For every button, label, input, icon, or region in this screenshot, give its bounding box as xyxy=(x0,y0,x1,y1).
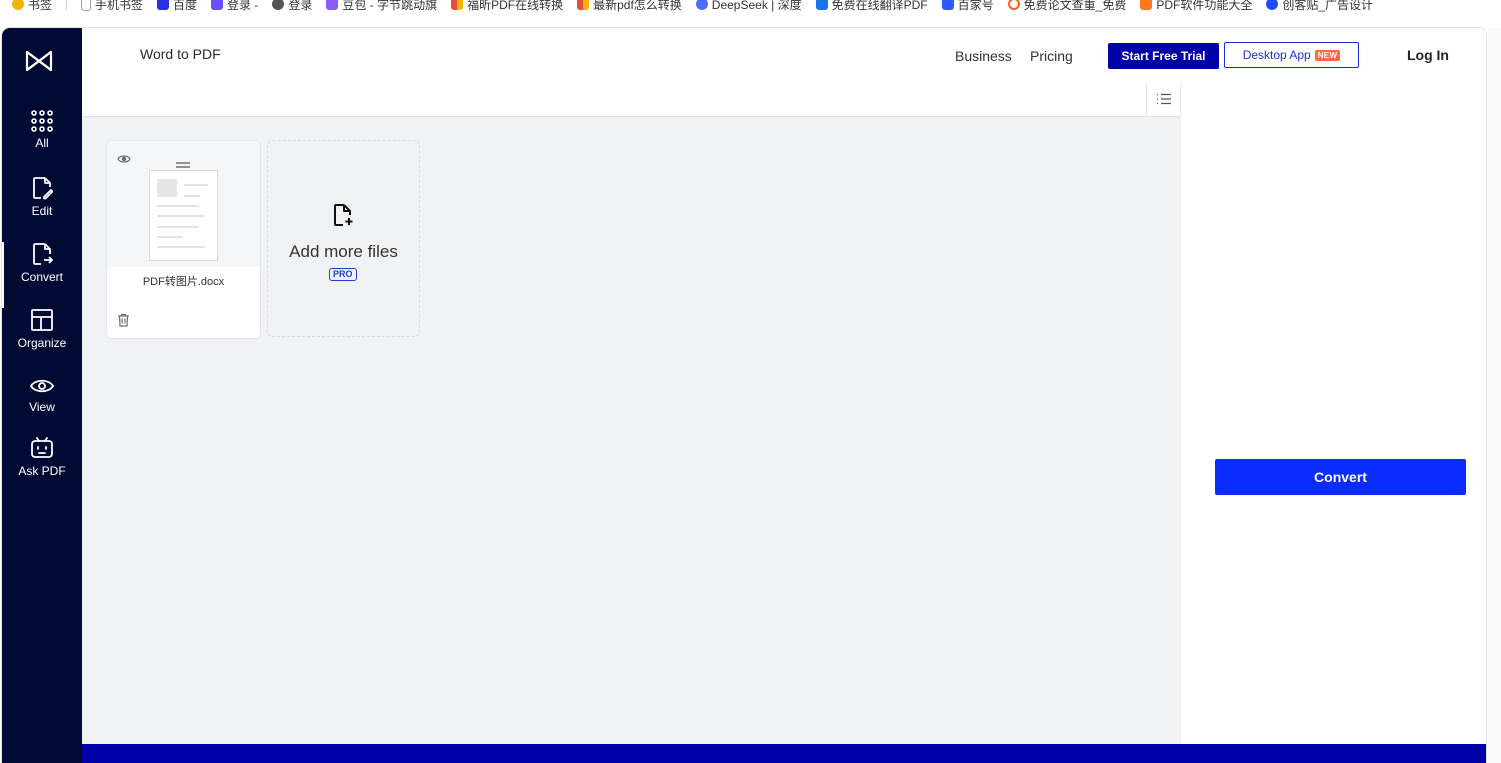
bookmarks-bar: 书签 手机书签 百度 登录 - 登录 豆包 - 字节跳动旗 福昕PDF在线转换 … xyxy=(0,0,1501,14)
baijiahao-icon xyxy=(941,0,954,10)
pro-badge: PRO xyxy=(329,268,357,281)
options-panel: Convert xyxy=(1180,82,1486,744)
app-window: All Edit Convert Organize View Ask PDF W… xyxy=(2,28,1486,763)
site-icon xyxy=(1266,0,1279,10)
tool-title: Word to PDF xyxy=(140,46,221,62)
bookmark-item[interactable]: 免费论文查重_免费 xyxy=(1007,0,1126,13)
bookmark-item[interactable]: 福昕PDF在线转换 xyxy=(451,0,563,13)
desktop-app-label: Desktop App xyxy=(1242,48,1311,62)
bookmark-item[interactable]: DeepSeek | 深度 xyxy=(695,0,802,13)
site-icon xyxy=(272,0,285,10)
bookmark-separator xyxy=(66,0,68,10)
sidebar-item-edit[interactable]: Edit xyxy=(2,176,82,236)
bookmark-item[interactable]: 登录 xyxy=(272,0,312,13)
sidebar-item-ask-pdf[interactable]: Ask PDF xyxy=(2,436,82,496)
bot-icon xyxy=(31,437,53,458)
layout-icon xyxy=(31,309,53,331)
bookmark-item[interactable]: 创客贴_广告设计 xyxy=(1266,0,1373,13)
foxit-icon xyxy=(577,0,590,10)
doubao-icon xyxy=(326,0,339,10)
site-icon xyxy=(211,0,224,10)
preview-eye-icon[interactable] xyxy=(117,151,131,169)
sidebar-item-label: Ask PDF xyxy=(18,464,66,478)
top-header: Word to PDF Business Pricing Start Free … xyxy=(82,28,1486,83)
list-view-button[interactable] xyxy=(1146,82,1180,116)
bookmark-item[interactable]: 百家号 xyxy=(941,0,994,13)
sidebar-item-all[interactable]: All xyxy=(2,110,82,170)
business-link[interactable]: Business xyxy=(955,48,1012,64)
bookmark-item[interactable]: 登录 - xyxy=(211,0,258,13)
edit-file-icon xyxy=(33,177,53,200)
convert-button[interactable]: Convert xyxy=(1215,459,1466,495)
bookmark-item[interactable]: 手机书签 xyxy=(81,0,143,13)
sidebar-item-label: View xyxy=(29,400,55,414)
convert-file-icon xyxy=(33,243,53,265)
list-icon xyxy=(1156,93,1171,105)
bookmark-item[interactable]: 免费在线翻译PDF xyxy=(815,0,928,13)
sidebar-item-organize[interactable]: Organize xyxy=(2,308,82,368)
deepseek-icon xyxy=(695,0,708,10)
page-scrollbar[interactable] xyxy=(1488,28,1501,763)
translate-icon xyxy=(815,0,828,10)
phone-icon xyxy=(81,0,92,11)
desktop-app-button[interactable]: Desktop App NEW xyxy=(1224,42,1359,68)
bottom-bar xyxy=(82,744,1486,763)
star-icon xyxy=(12,0,24,10)
file-card[interactable]: PDF转图片.docx xyxy=(106,140,261,339)
sidebar-item-view[interactable]: View xyxy=(2,376,82,436)
add-more-files-button[interactable]: Add more files PRO xyxy=(267,140,420,337)
delete-file-icon[interactable] xyxy=(117,313,130,332)
foxit-icon xyxy=(451,0,464,10)
file-toolbar xyxy=(82,82,1180,117)
add-file-icon xyxy=(332,203,354,232)
pricing-link[interactable]: Pricing xyxy=(1030,48,1073,64)
sidebar-item-label: All xyxy=(35,136,49,150)
brand-logo[interactable] xyxy=(24,48,54,74)
sidebar-item-convert[interactable]: Convert xyxy=(2,242,82,308)
baidu-icon xyxy=(157,0,170,10)
sidebar-item-label: Edit xyxy=(31,204,53,218)
start-free-trial-button[interactable]: Start Free Trial xyxy=(1108,43,1219,69)
bookmark-item[interactable]: 豆包 - 字节跳动旗 xyxy=(326,0,437,13)
site-icon xyxy=(1007,0,1020,10)
sidebar-item-label: Convert xyxy=(20,270,64,284)
sidebar: All Edit Convert Organize View Ask PDF xyxy=(2,28,82,763)
new-badge: NEW xyxy=(1314,49,1341,61)
login-link[interactable]: Log In xyxy=(1407,47,1449,63)
bookmark-item[interactable]: 百度 xyxy=(157,0,197,13)
document-preview xyxy=(149,170,218,261)
drag-handle-icon[interactable] xyxy=(175,155,191,168)
add-more-files-label: Add more files xyxy=(289,242,398,261)
bookmark-item[interactable]: PDF软件功能大全 xyxy=(1140,0,1252,13)
file-name: PDF转图片.docx xyxy=(142,276,225,288)
sidebar-item-label: Organize xyxy=(17,336,67,350)
eye-icon xyxy=(30,379,54,393)
bookmark-item[interactable]: 最新pdf怎么转换 xyxy=(577,0,682,13)
bookmark-item[interactable]: 书签 xyxy=(12,0,52,13)
grid-icon xyxy=(31,110,53,132)
file-workspace: PDF转图片.docx Add more files PRO xyxy=(82,117,1180,744)
site-icon xyxy=(1140,0,1153,10)
